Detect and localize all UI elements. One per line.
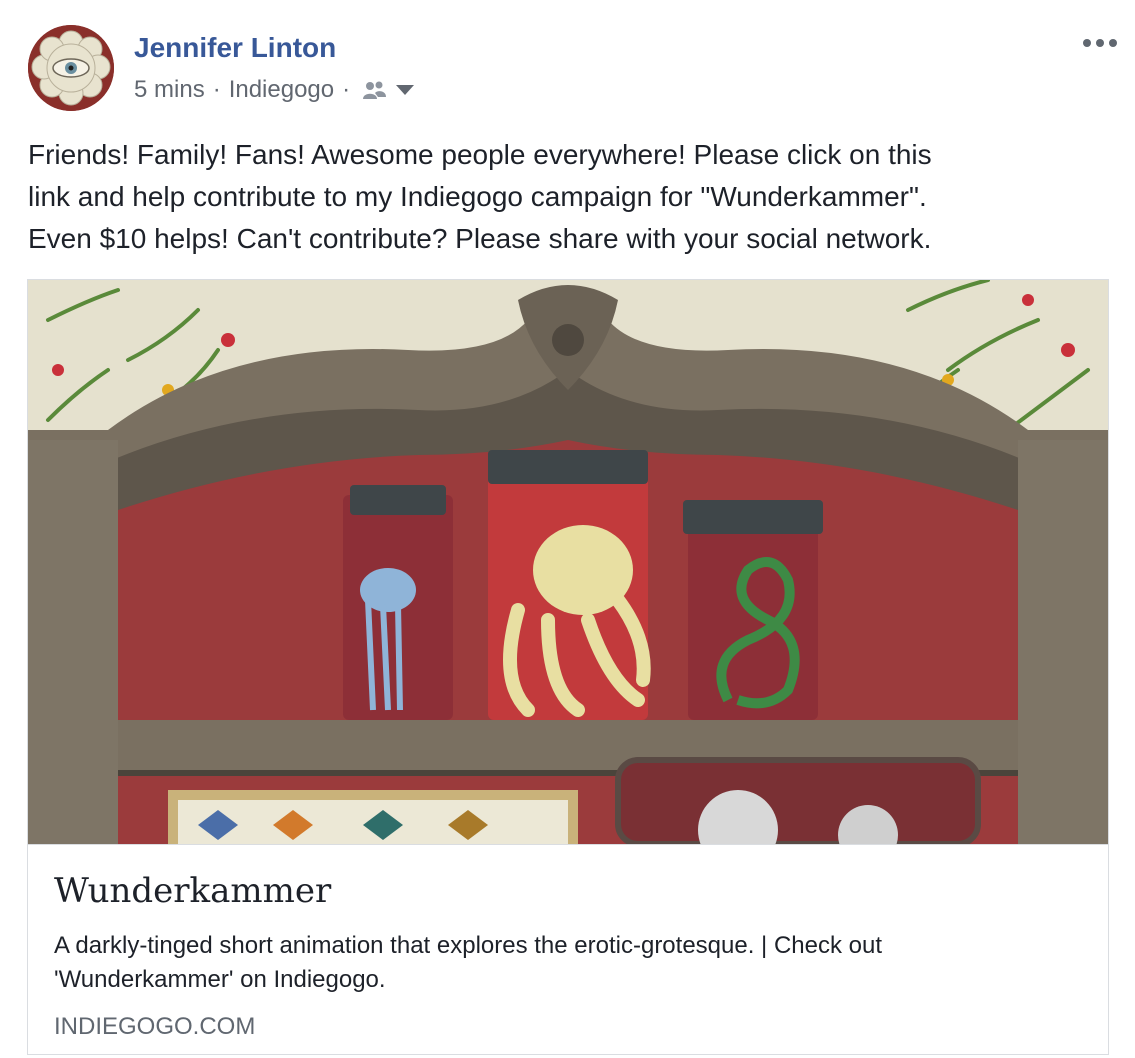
post-message-line: Even $10 helps! Can't contribute? Please…	[28, 223, 932, 254]
meta-separator: ·	[342, 76, 351, 103]
link-preview-body[interactable]: Wunderkammer A darkly-tinged short anima…	[28, 844, 1108, 1054]
post-message-line: link and help contribute to my Indiegogo…	[28, 181, 927, 212]
link-preview-card[interactable]: Wunderkammer A darkly-tinged short anima…	[27, 279, 1109, 1055]
post-meta: 5 mins · Indiegogo ·	[134, 76, 416, 104]
meta-separator: ·	[212, 76, 221, 103]
feed-post: Jennifer Linton 5 mins · Indiegogo · Fri…	[0, 0, 1135, 1058]
cabinet-illustration	[28, 280, 1108, 844]
author-name-link[interactable]: Jennifer Linton	[134, 32, 336, 64]
post-message-line: Friends! Family! Fans! Awesome people ev…	[28, 139, 932, 170]
audience-selector[interactable]	[362, 80, 416, 100]
friends-icon	[363, 81, 387, 99]
post-timestamp[interactable]: 5 mins	[134, 76, 205, 104]
link-description: A darkly-tinged short animation that exp…	[54, 929, 1084, 997]
post-source-link[interactable]: Indiegogo	[229, 76, 334, 104]
link-title[interactable]: Wunderkammer	[54, 871, 331, 911]
link-domain: INDIEGOGO.COM	[54, 1013, 256, 1040]
chevron-down-icon	[396, 85, 415, 95]
link-description-line: 'Wunderkammer' on Indiegogo.	[54, 966, 386, 993]
link-description-line: A darkly-tinged short animation that exp…	[54, 932, 883, 959]
author-avatar[interactable]	[28, 25, 114, 111]
more-options-icon	[1083, 39, 1117, 47]
link-preview-image[interactable]	[28, 280, 1108, 844]
more-options-button[interactable]	[1080, 28, 1120, 58]
avatar-eye-image	[28, 25, 114, 111]
post-message: Friends! Family! Fans! Awesome people ev…	[28, 134, 1118, 260]
